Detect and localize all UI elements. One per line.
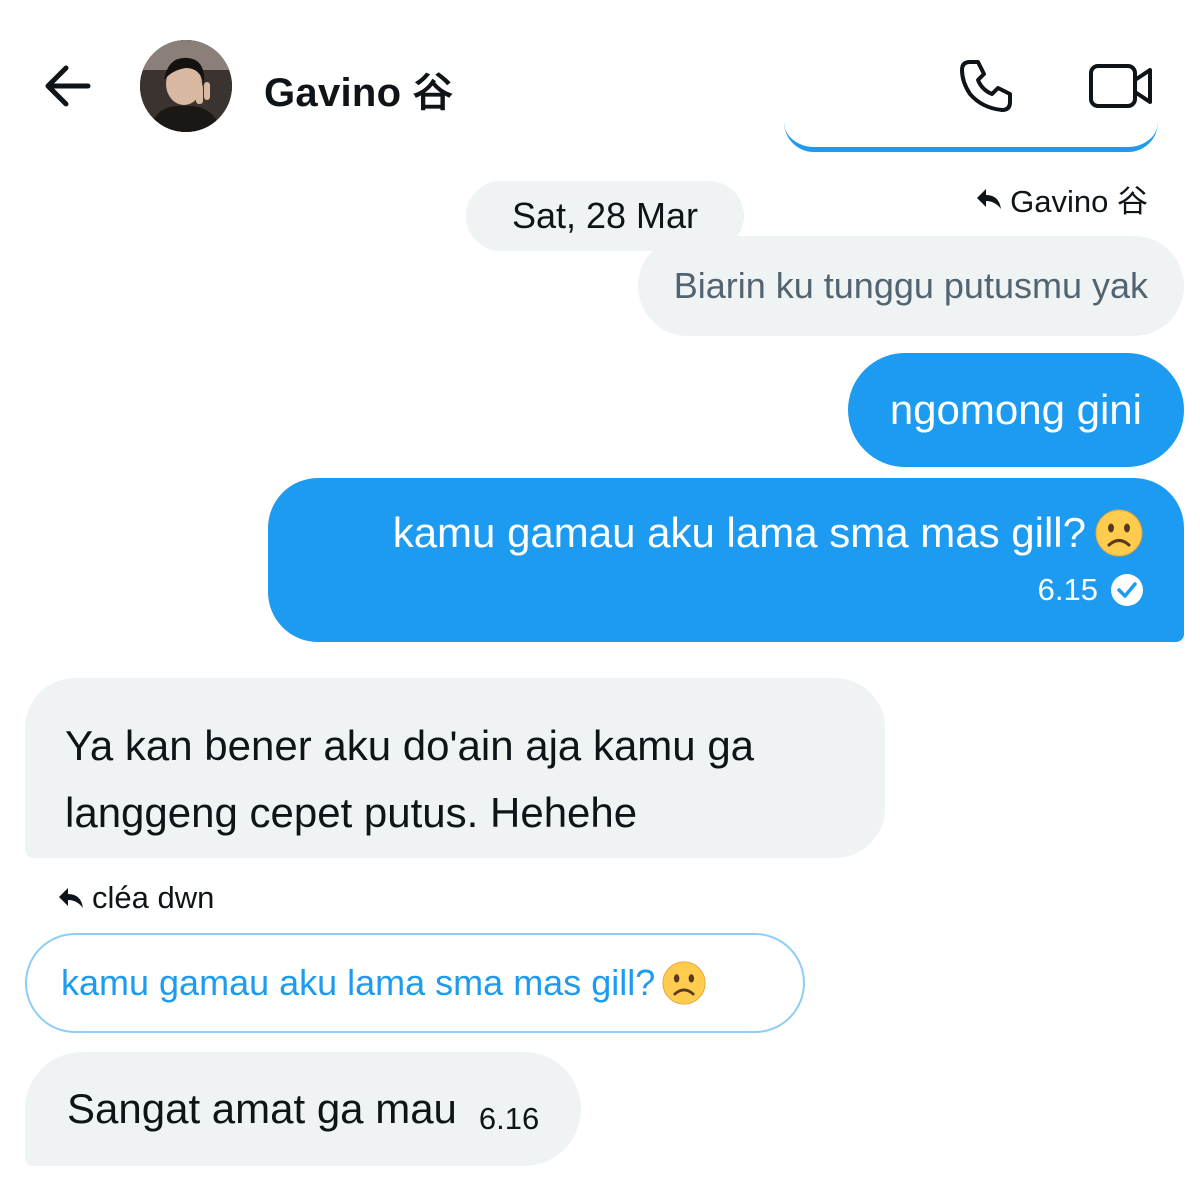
quoted-message-text: Biarin ku tunggu putusmu yak — [673, 265, 1148, 306]
video-call-button[interactable] — [1088, 60, 1154, 112]
message-text: kamu gamau aku lama sma mas gill? — [392, 509, 1086, 556]
sent-check-icon — [1111, 574, 1143, 606]
message-timestamp: 6.15 — [1037, 572, 1098, 607]
frowning-face-icon — [662, 961, 706, 1005]
arrow-left-icon — [45, 65, 91, 107]
message-timestamp: 6.16 — [478, 1101, 540, 1136]
reply-context-clea: cléa dwn — [58, 880, 214, 916]
message-bubble-incoming[interactable]: Sangat amat ga mau 6.16 — [25, 1052, 582, 1166]
back-button[interactable] — [40, 60, 96, 112]
message-text-line: Ya kan bener aku do'ain aja kamu ga — [65, 722, 755, 769]
reply-arrow-icon — [977, 188, 1002, 209]
video-camera-icon — [1089, 64, 1152, 108]
previous-message-bubble-edge[interactable] — [784, 120, 1158, 152]
reply-arrow-icon — [59, 888, 83, 908]
frowning-face-icon — [1095, 509, 1143, 557]
phone-icon — [960, 60, 1012, 112]
message-bubble-incoming[interactable]: Ya kan bener aku do'ain aja kamu ga lang… — [25, 678, 885, 858]
avatar[interactable] — [140, 40, 232, 132]
quoted-message[interactable]: kamu gamau aku lama sma mas gill? — [25, 933, 805, 1033]
reply-context-gavino: Gavino 谷 — [976, 176, 1148, 221]
message-bubble-outgoing[interactable]: kamu gamau aku lama sma mas gill? 6.15 — [268, 478, 1184, 642]
reply-context-label: cléa dwn — [92, 880, 215, 915]
call-button[interactable] — [956, 56, 1016, 116]
dm-conversation-screen: Gavino 谷 Gavino 谷 Sat, 28 Mar Biarin ku … — [0, 0, 1200, 1195]
quoted-message[interactable]: Biarin ku tunggu putusmu yak — [637, 236, 1184, 336]
contact-name[interactable]: Gavino 谷 — [264, 60, 453, 118]
date-separator: Sat, 28 Mar — [466, 181, 744, 251]
message-bubble-outgoing[interactable]: ngomong gini — [847, 353, 1184, 467]
quoted-message-text: kamu gamau aku lama sma mas gill? — [61, 962, 656, 1003]
reply-context-label: Gavino 谷 — [1010, 184, 1148, 219]
message-text: Sangat amat ga mau — [67, 1085, 457, 1132]
avatar-photo — [140, 40, 232, 132]
message-text: ngomong gini — [889, 386, 1142, 433]
message-text-line: langgeng cepet putus. Hehehe — [65, 789, 638, 836]
